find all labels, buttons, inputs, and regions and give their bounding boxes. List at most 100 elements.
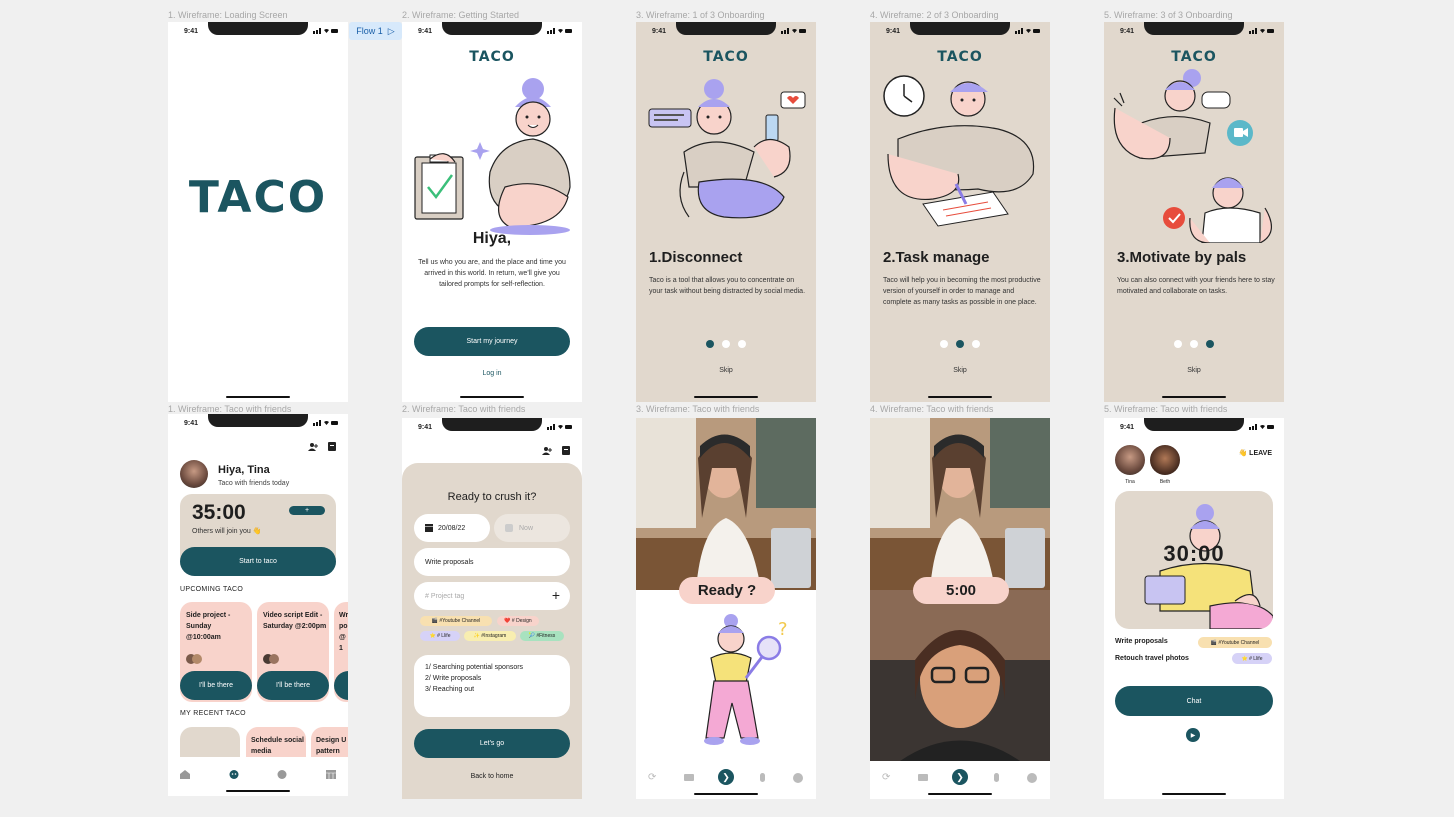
next-button[interactable]: ❯ <box>952 769 968 785</box>
chat-icon[interactable] <box>1027 773 1037 783</box>
greeting-title: Hiya, <box>472 230 512 247</box>
onboarding-screen-2: 9:41 TACO 2.Task manage Taco will help y… <box>870 22 1050 402</box>
task-tag[interactable]: 🎬 #Youtube Channel <box>1198 637 1272 648</box>
flip-camera-icon[interactable]: ⟳ <box>648 772 656 783</box>
recent-card[interactable]: Schedule social media <box>246 727 306 757</box>
notes-icon[interactable] <box>328 442 336 451</box>
microphone-icon[interactable] <box>994 773 999 782</box>
home-icon[interactable] <box>180 770 190 779</box>
tag-chip[interactable]: ⭐ # Llife <box>420 631 460 641</box>
onboarding-body: Taco is a tool that allows you to concen… <box>649 277 806 295</box>
calendar-icon <box>425 524 433 532</box>
add-friend-icon[interactable] <box>542 446 552 455</box>
note-line: 3/ Reaching out <box>425 686 475 693</box>
notes-icon[interactable] <box>562 446 570 455</box>
onboarding-title: 1.Disconnect <box>649 249 743 266</box>
onboarding-screen-3: 9:41 TACO 3.Motivate by pals You can als… <box>1104 22 1284 402</box>
countdown-badge: 5:00 <box>913 577 1009 604</box>
leave-button[interactable]: 👋 LEAVE <box>1239 449 1272 457</box>
recent-title: Design U pattern <box>316 737 347 755</box>
home-indicator <box>1162 396 1226 398</box>
add-friend-icon[interactable] <box>308 442 318 451</box>
back-home-link[interactable]: Back to home <box>402 773 582 780</box>
note-line: 1/ Searching potential sponsors <box>425 664 524 671</box>
home-indicator <box>694 396 758 398</box>
plus-icon[interactable]: + <box>552 587 560 603</box>
home-screen: 9:41 Hiya, Tina Taco with friends today … <box>168 414 348 796</box>
task-tag[interactable]: ⭐ # Llife <box>1232 653 1272 664</box>
page-dot[interactable] <box>940 340 948 348</box>
onboarding-title: 3.Motivate by pals <box>1117 249 1247 266</box>
status-bar: 9:41 <box>402 423 582 433</box>
member-name: Tina <box>1125 479 1135 485</box>
disconnect-illustration <box>648 79 806 219</box>
member-name: Beth <box>1159 479 1171 485</box>
flip-camera-icon[interactable]: ⟳ <box>882 772 890 783</box>
start-journey-button[interactable]: Start my journey <box>414 327 570 356</box>
skip-link[interactable]: Skip <box>636 367 816 374</box>
flow-start-tag[interactable]: Flow 1 ▷ <box>349 22 402 40</box>
page-dot[interactable] <box>1190 340 1198 348</box>
recent-card[interactable]: Design U pattern <box>311 727 348 757</box>
status-bar: 9:41 <box>1104 423 1284 433</box>
chat-icon[interactable] <box>793 773 803 783</box>
page-dot[interactable] <box>738 340 746 348</box>
recent-heading: MY RECENT TACO <box>180 710 246 717</box>
time-field[interactable]: Now <box>494 514 570 542</box>
page-dot[interactable] <box>722 340 730 348</box>
attend-button[interactable]: I'll be there <box>180 671 252 700</box>
page-dot[interactable] <box>1174 340 1182 348</box>
frame-label: 4. Wireframe: Taco with friends <box>870 404 994 414</box>
calendar-icon[interactable] <box>326 770 336 779</box>
tag-chip[interactable]: ✨ #Instagram <box>464 631 516 641</box>
camera-icon[interactable] <box>918 774 928 781</box>
loading-screen: 9:41 TACO <box>168 22 348 402</box>
tag-placeholder: # Project tag <box>425 592 465 600</box>
chat-icon[interactable] <box>277 770 287 779</box>
attend-button[interactable]: I'll be there <box>257 671 329 700</box>
add-time-button[interactable]: + <box>289 506 325 515</box>
skip-link[interactable]: Skip <box>870 367 1050 374</box>
member-avatar[interactable] <box>1115 445 1145 475</box>
camera-icon[interactable] <box>684 774 694 781</box>
upcoming-title: Video script Edit - Saturday @2:00pm <box>263 612 327 630</box>
member-avatar[interactable] <box>1150 445 1180 475</box>
frame-label: 2. Wireframe: Getting Started <box>402 10 520 20</box>
microphone-icon[interactable] <box>760 773 765 782</box>
notes-field[interactable]: 1/ Searching potential sponsors 2/ Write… <box>414 655 570 717</box>
tag-chip[interactable]: ❤️ # Design <box>497 616 539 626</box>
user-avatar[interactable] <box>180 460 208 488</box>
lets-go-button[interactable]: Let's go <box>414 729 570 758</box>
home-indicator <box>460 396 524 398</box>
recent-card[interactable] <box>180 727 240 757</box>
call-ready-screen: Ready ? ? ⟳ ❯ <box>636 418 816 799</box>
task-field[interactable]: Write proposals <box>414 548 570 576</box>
motivate-illustration <box>1113 69 1272 243</box>
page-dot[interactable] <box>972 340 980 348</box>
skip-link[interactable]: Skip <box>1104 367 1284 374</box>
project-tag-field[interactable]: # Project tag + <box>414 582 570 610</box>
upcoming-heading: UPCOMING TACO <box>180 586 244 593</box>
page-dot-active[interactable] <box>1206 340 1214 348</box>
start-taco-button[interactable]: Start to taco <box>180 547 336 576</box>
tag-chip[interactable]: 🎾 #Fitness <box>520 631 564 641</box>
home-indicator <box>694 793 758 795</box>
date-field[interactable]: 20/08/22 <box>414 514 490 542</box>
upcoming-title: Side project - Sunday @10:00am <box>186 612 231 641</box>
app-logo: TACO <box>937 49 983 65</box>
flow-tag-label: Flow 1 <box>356 26 383 36</box>
onboarding-body: You can also connect with your friends h… <box>1117 277 1275 295</box>
note-line: 2/ Write proposals <box>425 675 482 682</box>
app-logo: TACO <box>703 49 749 65</box>
intro-text: Tell us who you are, and the place and t… <box>418 259 566 288</box>
page-dot-active[interactable] <box>706 340 714 348</box>
onboarding-screen-1: 9:41 TACO 1.Disconnect Taco is a tool th… <box>636 22 816 402</box>
login-link[interactable]: Log in <box>402 370 582 377</box>
play-icon[interactable]: ▶ <box>1186 728 1200 742</box>
chat-button[interactable]: Chat <box>1115 686 1273 716</box>
next-button[interactable]: ❯ <box>718 769 734 785</box>
tag-chip[interactable]: 🎬 #Youtube Channel <box>420 616 492 626</box>
page-dot-active[interactable] <box>956 340 964 348</box>
status-bar: 9:41 <box>402 27 582 37</box>
taco-tab-icon[interactable] <box>229 770 239 779</box>
